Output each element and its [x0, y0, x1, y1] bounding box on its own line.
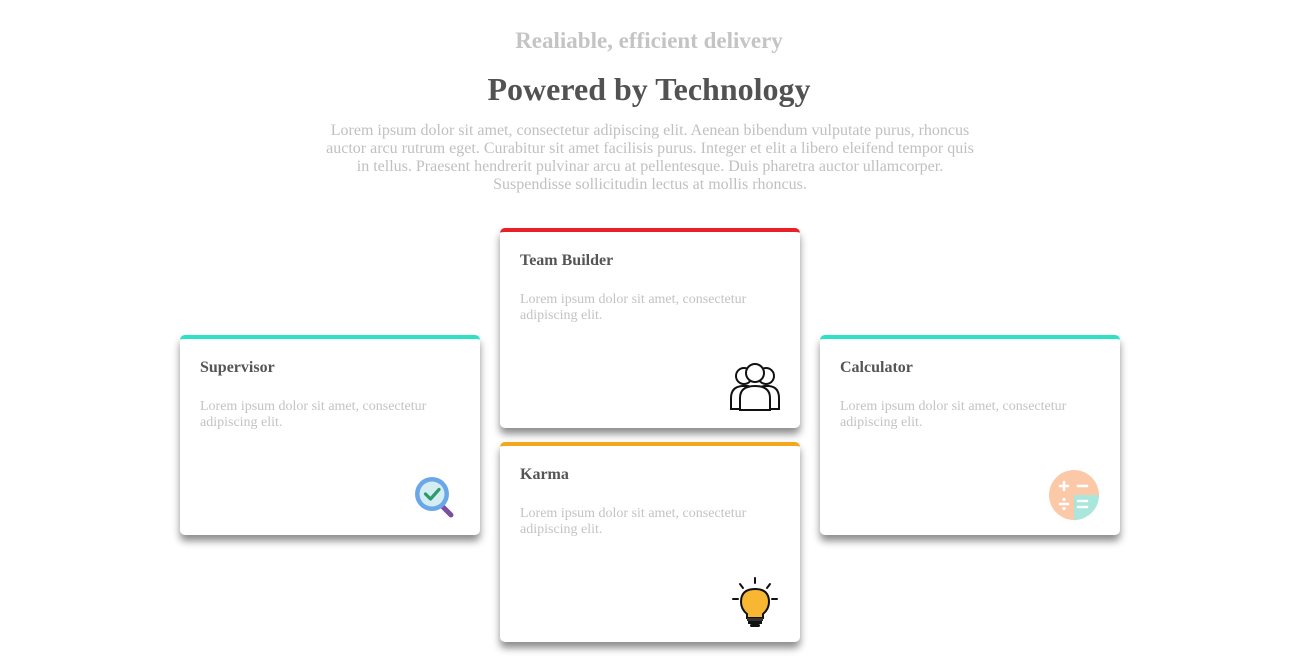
card-title: Team Builder — [520, 252, 614, 269]
card-title: Supervisor — [200, 359, 275, 376]
calculator-icon — [1049, 470, 1099, 520]
card-description: Lorem ipsum dolor sit amet, consectetur … — [520, 506, 747, 537]
card-title: Calculator — [840, 359, 913, 376]
section-subtitle: Realiable, efficient delivery — [515, 28, 783, 53]
card-supervisor: Supervisor Lorem ipsum dolor sit amet, c… — [180, 335, 480, 535]
card-karma: Karma Lorem ipsum dolor sit amet, consec… — [500, 442, 800, 642]
card-description: Lorem ipsum dolor sit amet, consectetur … — [840, 399, 1067, 430]
card-description: Lorem ipsum dolor sit amet, consectetur … — [520, 292, 747, 323]
card-description: Lorem ipsum dolor sit amet, consectetur … — [200, 399, 427, 430]
lightbulb-icon — [732, 577, 778, 627]
card-calculator: Calculator Lorem ipsum dolor sit amet, c… — [820, 335, 1120, 535]
card-title: Karma — [520, 466, 569, 483]
section-intro: Lorem ipsum dolor sit amet, consectetur … — [326, 122, 974, 193]
magnifier-check-icon — [415, 477, 454, 518]
team-icon — [730, 363, 780, 411]
card-team-builder: Team Builder Lorem ipsum dolor sit amet,… — [500, 228, 800, 428]
section-title: Powered by Technology — [487, 71, 811, 107]
